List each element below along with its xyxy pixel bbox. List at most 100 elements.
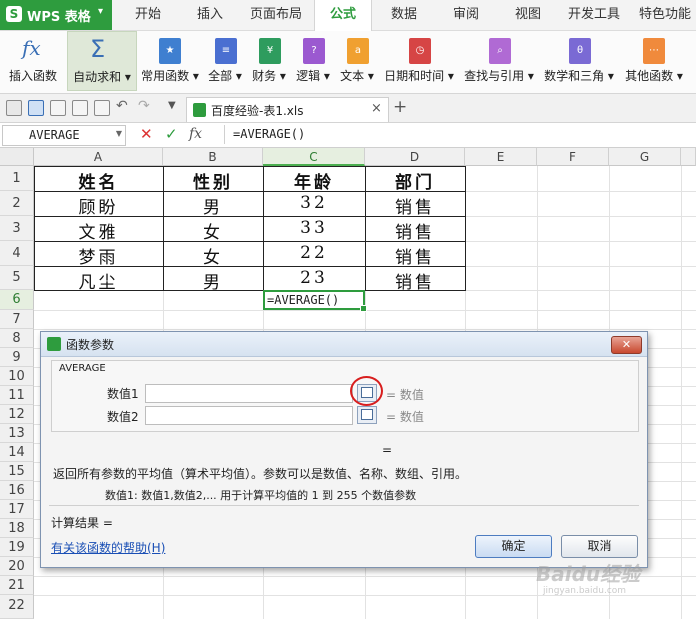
table-cell[interactable]: 凡尘 (34, 268, 163, 293)
insert-function-button[interactable]: fx 插入函数 (2, 31, 64, 89)
row-header[interactable]: 12 (0, 405, 34, 424)
fill-handle[interactable] (360, 305, 367, 312)
wps-app-menu-button[interactable]: S WPS 表格 ▾ (0, 0, 112, 30)
finance-functions-button[interactable]: ¥ 财务 ▾ (249, 31, 289, 89)
row-header[interactable]: 7 (0, 310, 34, 329)
column-header-f[interactable]: F (537, 148, 609, 166)
table-cell[interactable]: 男 (163, 268, 263, 293)
active-cell[interactable]: =AVERAGE() (263, 290, 367, 312)
help-link[interactable]: 有关该函数的帮助(H) (51, 539, 165, 556)
document-tab[interactable]: 百度经验-表1.xls × (186, 97, 389, 122)
arg2-range-picker-button[interactable] (357, 406, 377, 424)
table-header-cell[interactable]: 部门 (365, 168, 465, 193)
undo-icon[interactable]: ↶ (116, 98, 128, 114)
row-header[interactable]: 8 (0, 329, 34, 348)
row-header[interactable]: 17 (0, 500, 34, 519)
lookup-functions-button[interactable]: ⌕ 查找与引用 ▾ (461, 31, 537, 89)
print-preview-icon[interactable] (50, 100, 66, 116)
cancel-formula-icon[interactable]: ✕ (140, 125, 153, 143)
format-painter-icon[interactable] (94, 100, 110, 116)
formula-input[interactable]: =AVERAGE() (224, 125, 695, 144)
table-cell[interactable]: 男 (163, 193, 263, 218)
tab-formulas[interactable]: 公式 (314, 0, 372, 31)
new-tab-icon[interactable]: + (393, 97, 407, 117)
text-functions-button[interactable]: a 文本 ▾ (337, 31, 377, 89)
row-header[interactable]: 19 (0, 538, 34, 557)
save-icon[interactable] (28, 100, 44, 116)
table-cell[interactable]: 文雅 (34, 218, 163, 243)
tab-insert[interactable]: 插入 (184, 0, 236, 30)
cancel-button[interactable]: 取消 (561, 535, 638, 558)
row-header[interactable]: 9 (0, 348, 34, 367)
tab-special-features[interactable]: 特色功能 (634, 0, 696, 30)
column-header-e[interactable]: E (465, 148, 537, 166)
column-header-d[interactable]: D (365, 148, 465, 166)
name-box[interactable]: AVERAGE ▼ (2, 125, 126, 146)
table-cell[interactable]: 销售 (365, 268, 465, 293)
row-header[interactable]: 2 (0, 191, 34, 216)
table-cell[interactable]: 33 (263, 218, 365, 238)
open-folder-icon[interactable] (6, 100, 22, 116)
table-cell[interactable]: 销售 (365, 193, 465, 218)
ok-button[interactable]: 确定 (475, 535, 552, 558)
arg2-input[interactable] (145, 406, 353, 425)
close-icon[interactable]: ✕ (611, 336, 642, 354)
table-cell[interactable]: 梦雨 (34, 243, 163, 268)
column-header-b[interactable]: B (163, 148, 263, 166)
tab-view[interactable]: 视图 (504, 0, 552, 30)
table-cell[interactable]: 22 (263, 243, 365, 263)
datetime-functions-button[interactable]: ◷ 日期和时间 ▾ (381, 31, 457, 89)
table-cell[interactable]: 32 (263, 193, 365, 213)
column-header-c[interactable]: C (263, 148, 365, 166)
row-header[interactable]: 16 (0, 481, 34, 500)
fx-icon[interactable]: fx (189, 126, 202, 142)
row-header[interactable]: 22 (0, 595, 34, 619)
redo-icon[interactable]: ↷ (138, 98, 150, 114)
table-cell[interactable]: 销售 (365, 218, 465, 243)
row-header[interactable]: 3 (0, 216, 34, 241)
table-header-cell[interactable]: 年龄 (263, 168, 365, 193)
confirm-formula-icon[interactable]: ✓ (165, 125, 178, 143)
tab-page-layout[interactable]: 页面布局 (244, 0, 308, 30)
table-header-cell[interactable]: 性别 (163, 168, 263, 193)
tab-home[interactable]: 开始 (124, 0, 172, 30)
row-header[interactable]: 4 (0, 241, 34, 266)
row-header[interactable]: 11 (0, 386, 34, 405)
row-header[interactable]: 10 (0, 367, 34, 386)
row-header[interactable]: 15 (0, 462, 34, 481)
column-header-g[interactable]: G (609, 148, 681, 166)
row-header[interactable]: 1 (0, 166, 34, 191)
logic-functions-button[interactable]: ? 逻辑 ▾ (293, 31, 333, 89)
tab-review[interactable]: 审阅 (442, 0, 490, 30)
close-icon[interactable]: × (371, 101, 382, 116)
chevron-down-icon[interactable]: ▼ (168, 100, 176, 111)
arg1-input[interactable] (145, 384, 353, 403)
tab-developer[interactable]: 开发工具 (562, 0, 626, 30)
row-header[interactable]: 21 (0, 576, 34, 595)
row-header[interactable]: 14 (0, 443, 34, 462)
tab-data[interactable]: 数据 (380, 0, 428, 30)
print-icon[interactable] (72, 100, 88, 116)
math-functions-button[interactable]: θ 数学和三角 ▾ (541, 31, 617, 89)
row-header[interactable]: 5 (0, 266, 34, 290)
table-header-cell[interactable]: 姓名 (34, 168, 163, 193)
dialog-title-bar[interactable]: 函数参数 ✕ (41, 332, 647, 357)
column-header-a[interactable]: A (34, 148, 163, 166)
row-header[interactable]: 13 (0, 424, 34, 443)
table-cell[interactable]: 女 (163, 243, 263, 268)
row-header[interactable]: 18 (0, 519, 34, 538)
row-header[interactable]: 6 (0, 290, 34, 310)
all-functions-button[interactable]: ≡ 全部 ▾ (205, 31, 245, 89)
wps-logo-icon: S (6, 6, 22, 22)
autosum-button[interactable]: Σ 自动求和 ▾ (67, 31, 137, 91)
table-cell[interactable]: 销售 (365, 243, 465, 268)
more-functions-button[interactable]: ⋯ 其他函数 ▾ (621, 31, 687, 89)
table-cell[interactable]: 23 (263, 268, 365, 288)
common-functions-button[interactable]: ★ 常用函数 ▾ (139, 31, 201, 89)
chevron-down-icon[interactable]: ▼ (116, 129, 122, 138)
column-header-h[interactable] (681, 148, 696, 166)
select-all-corner[interactable] (0, 148, 34, 166)
row-header[interactable]: 20 (0, 557, 34, 576)
table-cell[interactable]: 女 (163, 218, 263, 243)
table-cell[interactable]: 顾盼 (34, 193, 163, 218)
